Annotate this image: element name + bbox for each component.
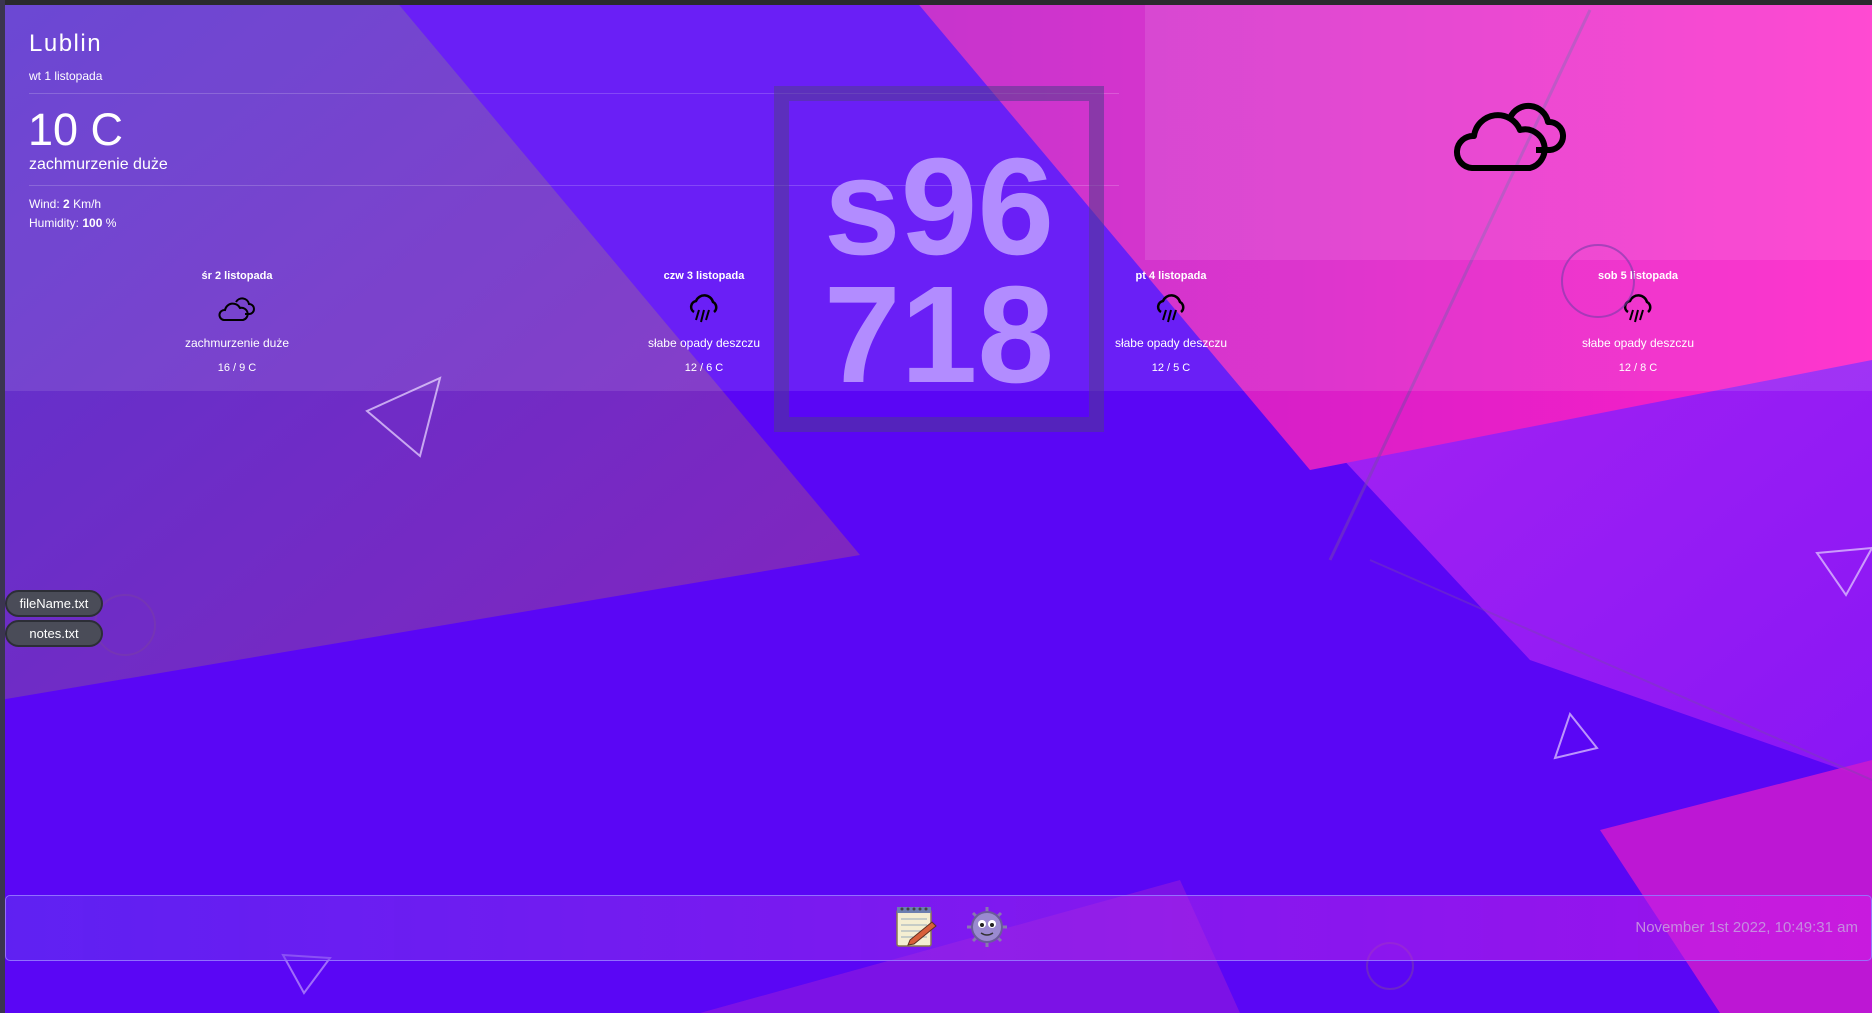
forecast-day: sob 5 listopada słabe opady deszczu 12 /… [1508, 270, 1768, 374]
decorative-circle [94, 594, 156, 656]
forecast-day-name: śr 2 listopada [201, 270, 273, 282]
humidity-unit: % [105, 216, 117, 230]
forecast-day-name: sob 5 listopada [1597, 270, 1679, 282]
wind-unit: Km/h [73, 197, 102, 211]
weather-city: Lublin [29, 30, 103, 57]
rain-cloud-icon [689, 294, 718, 323]
weather-date: wt 1 listopada [29, 69, 103, 83]
forecast-temperatures: 12 / 8 C [1618, 362, 1658, 374]
ident-line-2: 718 [823, 258, 1055, 412]
forecast-temperatures: 16 / 9 C [217, 362, 257, 374]
virus-icon[interactable] [964, 904, 1010, 950]
humidity-detail: Humidity: 100 % [29, 216, 116, 230]
desktop-file-notes-txt[interactable]: notes.txt [5, 620, 103, 647]
taskbar-clock: November 1st 2022, 10:49:31 am [1635, 919, 1858, 936]
rain-cloud-icon [1156, 294, 1185, 323]
notepad-icon[interactable] [892, 904, 938, 950]
current-temperature: 10 C [28, 104, 124, 155]
forecast-day: śr 2 listopada zachmurzenie duże 16 / 9 … [107, 270, 367, 374]
wind-value: 2 [63, 197, 70, 211]
desktop-file-filename-txt[interactable]: fileName.txt [5, 590, 103, 617]
forecast-description: zachmurzenie duże [184, 336, 290, 350]
humidity-value: 100 [82, 216, 103, 230]
ident-box: s96 718 [774, 86, 1104, 432]
current-description: zachmurzenie duże [29, 156, 168, 173]
taskbar [5, 895, 1872, 961]
decorative-circle [1561, 244, 1635, 318]
wind-label: Wind: [29, 197, 60, 211]
clouds-icon [1454, 102, 1567, 171]
humidity-label: Humidity: [29, 216, 80, 230]
wind-detail: Wind: 2 Km/h [29, 197, 101, 211]
clouds-icon [218, 297, 255, 321]
ident-line-1: s96 [823, 130, 1055, 284]
forecast-description: słabe opady deszczu [1581, 336, 1695, 350]
